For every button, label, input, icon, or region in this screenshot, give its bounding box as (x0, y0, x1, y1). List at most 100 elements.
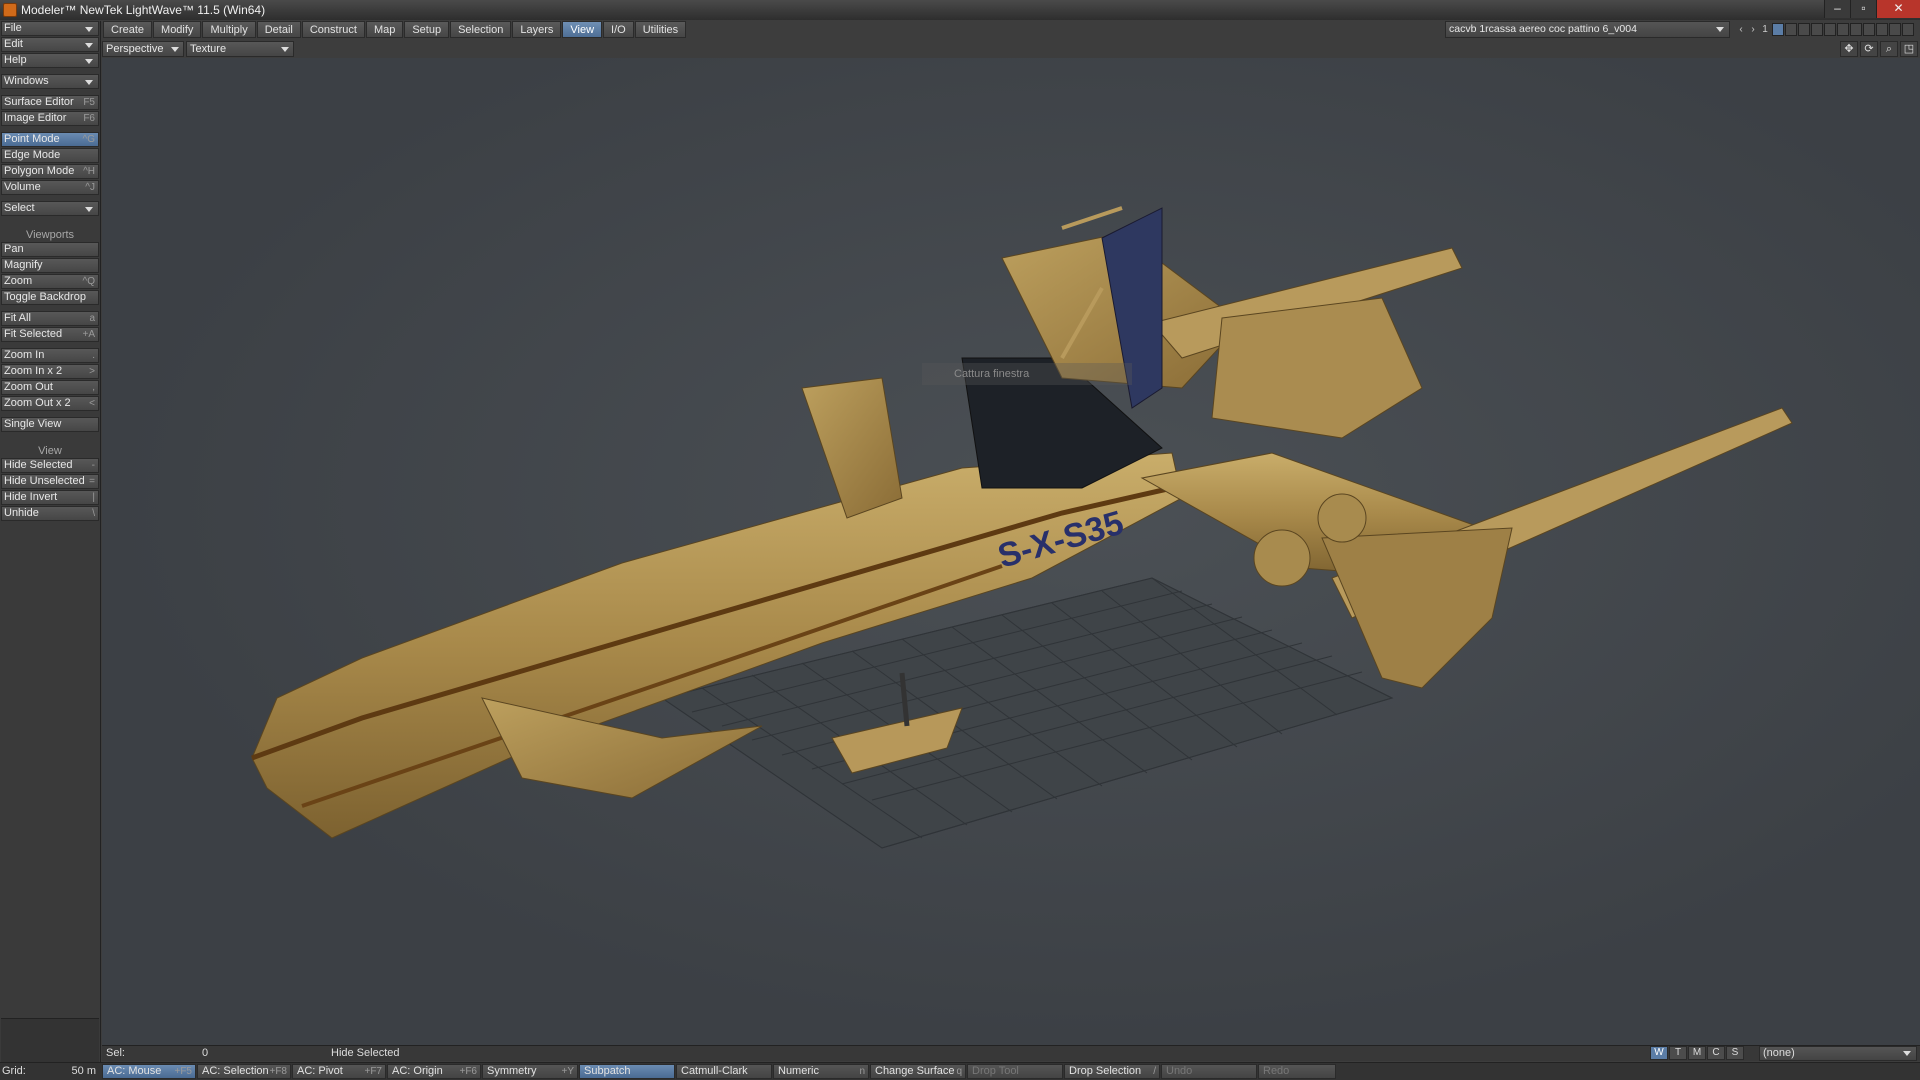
edge-mode-button[interactable]: Edge Mode (1, 148, 99, 163)
fit-selected-button[interactable]: Fit Selected +A (1, 327, 99, 342)
move-view-icon[interactable]: ✥ (1840, 41, 1858, 57)
maximize-viewport-icon[interactable]: ◳ (1900, 41, 1918, 57)
perspective-viewport[interactable]: S-X-S35 Cattura finestra (102, 58, 1920, 1045)
layer-navigator: ‹ › 1 (1735, 21, 1914, 38)
grid-label: Grid: (2, 1065, 26, 1077)
tab-map[interactable]: Map (365, 21, 404, 38)
maximize-icon[interactable]: ▫ (1850, 0, 1876, 18)
redo-button[interactable]: Redo (1258, 1064, 1336, 1079)
polygon-mode-button[interactable]: Polygon Mode ^H (1, 164, 99, 179)
next-layer-icon[interactable]: › (1747, 22, 1759, 37)
ac-selection-button[interactable]: AC: Selection +F8 (197, 1064, 291, 1079)
hide-invert-button[interactable]: Hide Invert | (1, 490, 99, 505)
shortcut-label: / (1153, 1066, 1156, 1077)
select-dropdown[interactable]: Select (1, 201, 99, 216)
window-title: Modeler™ NewTek LightWave™ 11.5 (Win64) (21, 3, 266, 17)
change-surface-button[interactable]: Change Surface q (870, 1064, 966, 1079)
vmap-select[interactable]: (none) (1759, 1046, 1917, 1061)
button-label: Change Surface (875, 1065, 955, 1077)
render-mode-dropdown[interactable]: Texture (186, 41, 294, 57)
app-icon[interactable] (3, 3, 17, 17)
point-mode-button[interactable]: Point Mode ^G (1, 132, 99, 147)
numeric-button[interactable]: Numeric n (773, 1064, 869, 1079)
unhide-button[interactable]: Unhide \ (1, 506, 99, 521)
viewports-header: Viewports (25, 229, 75, 241)
windows-menu[interactable]: Windows (1, 74, 99, 89)
tab-i-o[interactable]: I/O (603, 21, 634, 38)
toggle-backdrop-button[interactable]: Toggle Backdrop (1, 290, 99, 305)
window-controls: – ▫ ✕ (1824, 0, 1920, 18)
zoom-out-button[interactable]: Zoom Out, (1, 380, 99, 395)
catmull-clark-button[interactable]: Catmull-Clark (676, 1064, 772, 1079)
close-icon[interactable]: ✕ (1876, 0, 1920, 18)
button-label: Numeric (778, 1065, 819, 1077)
surface-editor-button[interactable]: Surface Editor F5 (1, 95, 99, 110)
volume-button[interactable]: Volume ^J (1, 180, 99, 195)
hide-selected-button[interactable]: Hide Selected - (1, 458, 99, 473)
capture-window-tooltip: Cattura finestra (922, 363, 1132, 385)
ac-mouse-button[interactable]: AC: Mouse +F5 (102, 1064, 196, 1079)
vmap-t-button[interactable]: T (1669, 1046, 1687, 1060)
layer-cell[interactable] (1824, 23, 1836, 36)
status-message: Hide Selected (331, 1047, 400, 1059)
tab-view[interactable]: View (562, 21, 603, 38)
help-menu[interactable]: Help (1, 53, 99, 68)
vmap-w-button[interactable]: W (1650, 1046, 1668, 1060)
prev-layer-icon[interactable]: ‹ (1735, 22, 1747, 37)
drop-selection-button[interactable]: Drop Selection / (1064, 1064, 1160, 1079)
tab-detail[interactable]: Detail (256, 21, 301, 38)
tab-multiply[interactable]: Multiply (202, 21, 256, 38)
tab-create[interactable]: Create (103, 21, 153, 38)
viewport-scene: S-X-S35 (251, 206, 1793, 849)
zoom-view-icon[interactable]: ⌕ (1880, 41, 1898, 57)
fit-all-button[interactable]: Fit All a (1, 311, 99, 326)
ac-pivot-button[interactable]: AC: Pivot +F7 (292, 1064, 386, 1079)
ac-origin-button[interactable]: AC: Origin +F6 (387, 1064, 481, 1079)
layer-cell[interactable] (1837, 23, 1849, 36)
layer-cell[interactable] (1785, 23, 1797, 36)
zoom-out-x2-button[interactable]: Zoom Out x 2 < (1, 396, 99, 411)
vmap-c-button[interactable]: C (1707, 1046, 1725, 1060)
subpatch-button[interactable]: Subpatch (579, 1064, 675, 1079)
layer-cell[interactable] (1876, 23, 1888, 36)
layer-cell[interactable] (1798, 23, 1810, 36)
layer-cell[interactable] (1772, 23, 1784, 36)
minimize-icon[interactable]: – (1824, 0, 1850, 18)
zoom-in-x2-button[interactable]: Zoom In x 2 > (1, 364, 99, 379)
tab-construct[interactable]: Construct (301, 21, 365, 38)
layer-cell[interactable] (1863, 23, 1875, 36)
vmap-s-button[interactable]: S (1726, 1046, 1744, 1060)
button-label: Undo (1166, 1065, 1193, 1077)
zoom-button[interactable]: Zoom ^Q (1, 274, 99, 289)
tab-utilities[interactable]: Utilities (634, 21, 687, 38)
shortcut-label: +F8 (269, 1066, 287, 1077)
shortcut-label: +F5 (174, 1066, 192, 1077)
layer-select[interactable]: cacvb 1rcassa aereo coc pattino 6_v004 (1445, 21, 1730, 38)
grid-value: 50 m (71, 1065, 96, 1077)
pan-button[interactable]: Pan (1, 242, 99, 257)
drop-tool-button[interactable]: Drop Tool (967, 1064, 1063, 1079)
tab-setup[interactable]: Setup (404, 21, 450, 38)
tab-selection[interactable]: Selection (450, 21, 512, 38)
undo-button[interactable]: Undo (1161, 1064, 1257, 1079)
rotate-view-icon[interactable]: ⟳ (1860, 41, 1878, 57)
projection-dropdown[interactable]: Perspective (102, 41, 184, 57)
hide-unselected-button[interactable]: Hide Unselected = (1, 474, 99, 489)
single-view-button[interactable]: Single View (1, 417, 99, 432)
image-editor-button[interactable]: Image Editor F6 (1, 111, 99, 126)
vmap-m-button[interactable]: M (1688, 1046, 1706, 1060)
layer-cell[interactable] (1811, 23, 1823, 36)
status-bar: Sel: 0 Hide Selected WTMCS (none) (102, 1045, 1920, 1061)
tab-layers[interactable]: Layers (512, 21, 562, 38)
tab-modify[interactable]: Modify (153, 21, 202, 38)
magnify-button[interactable]: Magnify (1, 258, 99, 273)
zoom-in-button[interactable]: Zoom In. (1, 348, 99, 363)
symmetry-button[interactable]: Symmetry +Y (482, 1064, 578, 1079)
file-menu[interactable]: File (1, 21, 99, 36)
layer-cell[interactable] (1889, 23, 1901, 36)
bottom-toolbar: Grid: 50 m AC: Mouse +F5 AC: Selection +F8 AC… (0, 1062, 1920, 1080)
edit-menu[interactable]: Edit (1, 37, 99, 52)
layer-cell[interactable] (1850, 23, 1862, 36)
layer-cell[interactable] (1902, 23, 1914, 36)
button-label: Subpatch (584, 1065, 631, 1077)
